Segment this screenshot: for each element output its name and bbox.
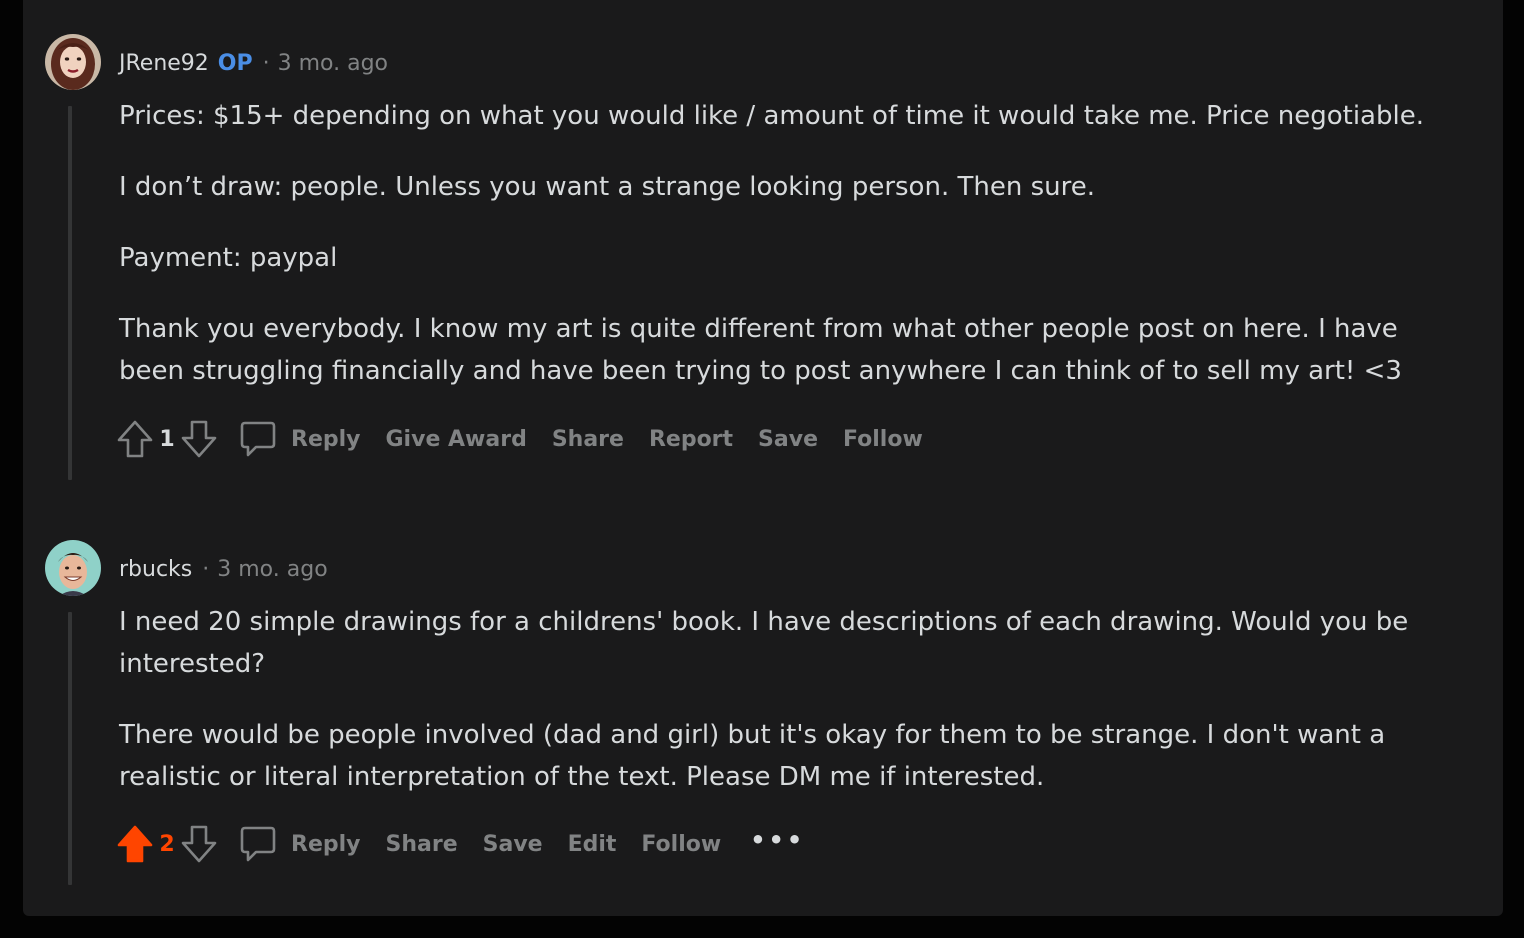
upvote-arrow-icon [117, 825, 153, 863]
separator-dot: · [202, 556, 210, 582]
downvote-button[interactable] [179, 820, 219, 868]
share-button[interactable]: Share [552, 427, 624, 452]
comment-paragraph: There would be people involved (dad and … [119, 720, 1386, 792]
comment-paragraph: Thank you everybody. I know my art is qu… [119, 314, 1402, 386]
give-award-button[interactable]: Give Award [386, 427, 527, 452]
comment-paragraph: I don’t draw: people. Unless you want a … [119, 172, 1095, 202]
op-badge: OP [217, 50, 253, 76]
comment-actions: 1 Reply Give Award Share Report Save Fol… [115, 415, 948, 463]
upvote-button[interactable] [115, 415, 155, 463]
author-name[interactable]: rbucks [119, 557, 192, 582]
comment-meta: JRene92 OP · 3 mo. ago [119, 47, 388, 79]
follow-button[interactable]: Follow [843, 427, 923, 452]
upvote-button[interactable] [115, 820, 155, 868]
save-button[interactable]: Save [758, 427, 818, 452]
reply-button[interactable]: Reply [239, 825, 361, 863]
thread-line[interactable] [68, 612, 72, 885]
comment-paragraph: I need 20 simple drawings for a children… [119, 607, 1409, 679]
comment-paragraph: Payment: paypal [119, 243, 338, 273]
downvote-button[interactable] [179, 415, 219, 463]
author-name[interactable]: JRene92 [119, 51, 209, 76]
reply-label: Reply [291, 831, 361, 857]
share-button[interactable]: Share [386, 832, 458, 857]
vote-score: 1 [159, 426, 175, 452]
downvote-arrow-icon [181, 825, 217, 863]
comment-paragraph: Prices: $15+ depending on what you would… [119, 101, 1424, 131]
more-options-icon[interactable]: ••• [750, 826, 805, 854]
comment-meta: rbucks · 3 mo. ago [119, 553, 328, 585]
upvote-arrow-icon [117, 420, 153, 458]
thread-line[interactable] [68, 106, 72, 480]
follow-button[interactable]: Follow [641, 832, 721, 857]
timestamp[interactable]: 3 mo. ago [217, 557, 327, 582]
comment-bubble-icon [240, 421, 276, 457]
comments-panel: JRene92 OP · 3 mo. ago Prices: $15+ depe… [23, 0, 1503, 916]
avatar-rbucks[interactable] [45, 540, 101, 596]
downvote-arrow-icon [181, 420, 217, 458]
edit-button[interactable]: Edit [568, 832, 617, 857]
comment-actions: 2 Reply Share Save Edit Follow ••• [115, 820, 805, 868]
reply-button[interactable]: Reply [239, 420, 361, 458]
comment-bubble-icon [240, 826, 276, 862]
avatar-jrene92[interactable] [45, 34, 101, 90]
vote-score: 2 [159, 831, 175, 857]
timestamp[interactable]: 3 mo. ago [278, 51, 388, 76]
separator-dot: · [262, 50, 270, 76]
reply-label: Reply [291, 426, 361, 452]
comment-body: Prices: $15+ depending on what you would… [119, 95, 1449, 392]
save-button[interactable]: Save [483, 832, 543, 857]
comment-body: I need 20 simple drawings for a children… [119, 601, 1449, 798]
report-button[interactable]: Report [649, 427, 733, 452]
